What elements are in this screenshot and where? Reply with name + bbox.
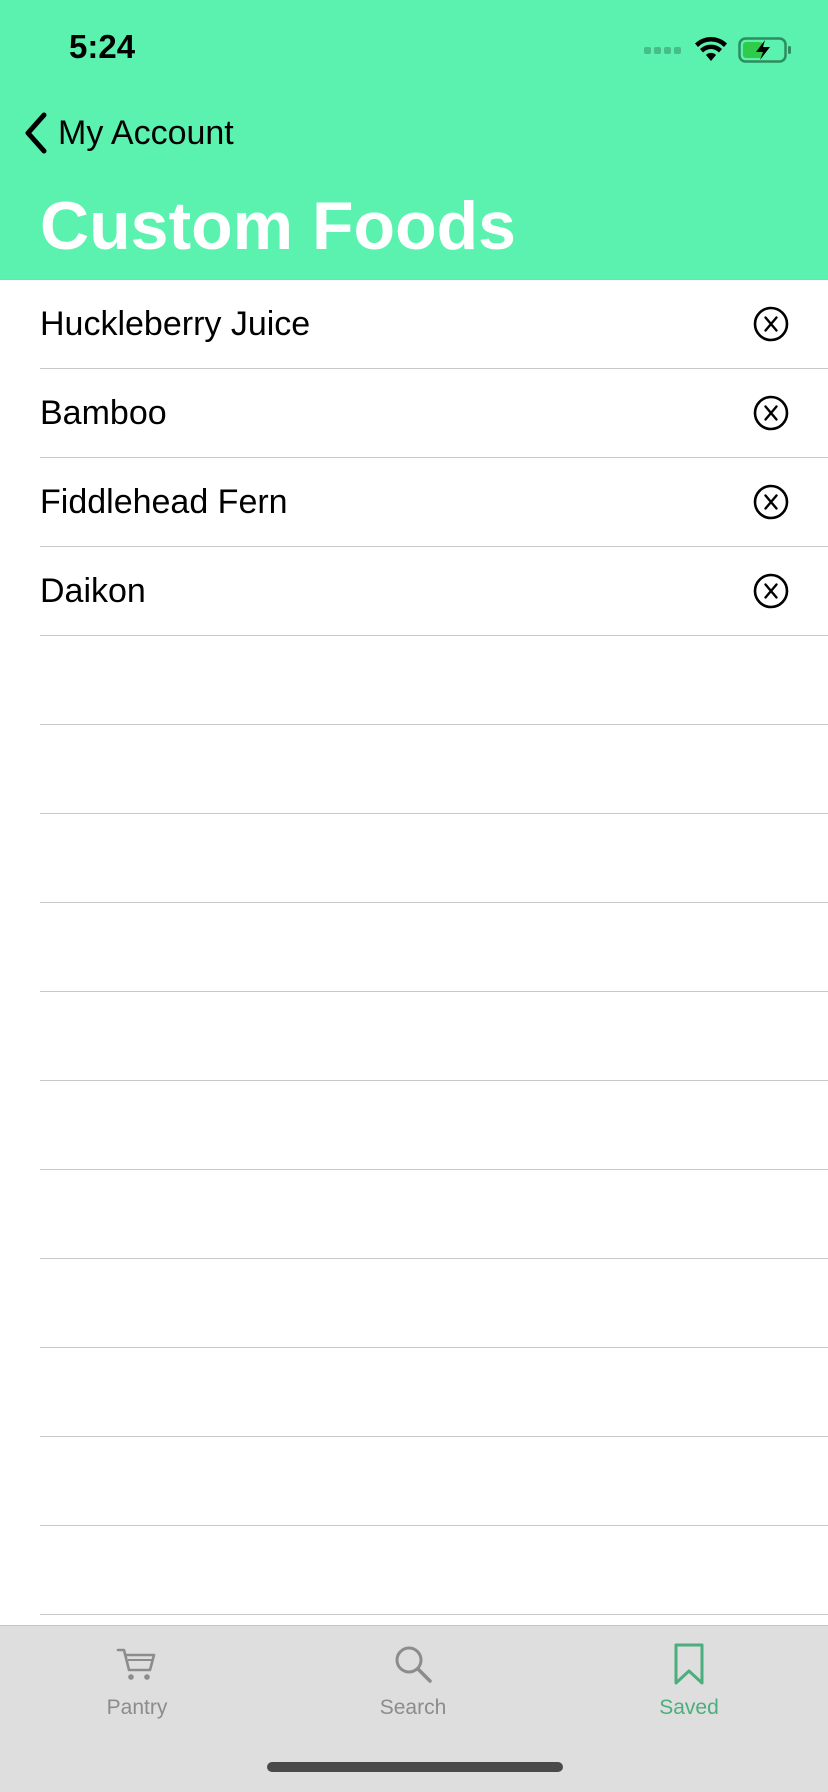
empty-row [40, 814, 828, 903]
custom-foods-list: Huckleberry Juice Bamboo Fiddlehead Fern Da… [0, 280, 828, 1615]
cellular-signal-icon [644, 47, 681, 54]
tab-pantry[interactable]: Pantry [57, 1642, 217, 1742]
food-name: Daikon [40, 572, 146, 610]
list-item[interactable]: Daikon [40, 547, 828, 636]
chevron-left-icon [25, 112, 47, 154]
status-time: 5:24 [69, 28, 136, 65]
empty-row [40, 1348, 828, 1437]
food-name: Huckleberry Juice [40, 305, 311, 343]
tab-pantry-label: Pantry [106, 1696, 168, 1719]
magnifier-icon [395, 1646, 432, 1683]
back-button[interactable]: My Account [22, 105, 234, 161]
page-title: Custom Foods [40, 188, 516, 264]
status-icons [644, 36, 792, 64]
empty-row [40, 1526, 828, 1615]
empty-row [40, 1259, 828, 1348]
food-name: Fiddlehead Fern [40, 483, 288, 521]
tab-search-label: Search [379, 1696, 447, 1719]
wifi-icon [695, 37, 727, 61]
remove-circle-icon[interactable] [753, 395, 789, 431]
empty-row [40, 636, 828, 725]
cart-icon [116, 1648, 156, 1680]
bookmark-icon [674, 1643, 704, 1685]
remove-circle-icon[interactable] [753, 573, 789, 609]
tab-saved[interactable]: Saved [609, 1642, 769, 1742]
empty-row [40, 725, 828, 814]
remove-circle-icon[interactable] [753, 306, 789, 342]
empty-row [40, 1081, 828, 1170]
empty-row [40, 992, 828, 1081]
food-name: Bamboo [40, 394, 167, 432]
tab-search[interactable]: Search [333, 1642, 493, 1742]
list-item[interactable]: Fiddlehead Fern [40, 458, 828, 547]
remove-circle-icon[interactable] [753, 484, 789, 520]
navigation-header: 5:24 My Account Custom Foods [0, 0, 828, 280]
list-item[interactable]: Bamboo [40, 369, 828, 458]
list-item[interactable]: Huckleberry Juice [40, 280, 828, 369]
screen: 5:24 My Account Custom Foods Huckleberry… [0, 0, 828, 1792]
back-button-label: My Account [58, 113, 234, 152]
tab-saved-label: Saved [659, 1696, 719, 1719]
empty-row [40, 1437, 828, 1526]
empty-row [40, 903, 828, 992]
empty-row [40, 1170, 828, 1259]
battery-charging-icon [738, 37, 791, 63]
home-indicator [267, 1762, 563, 1772]
